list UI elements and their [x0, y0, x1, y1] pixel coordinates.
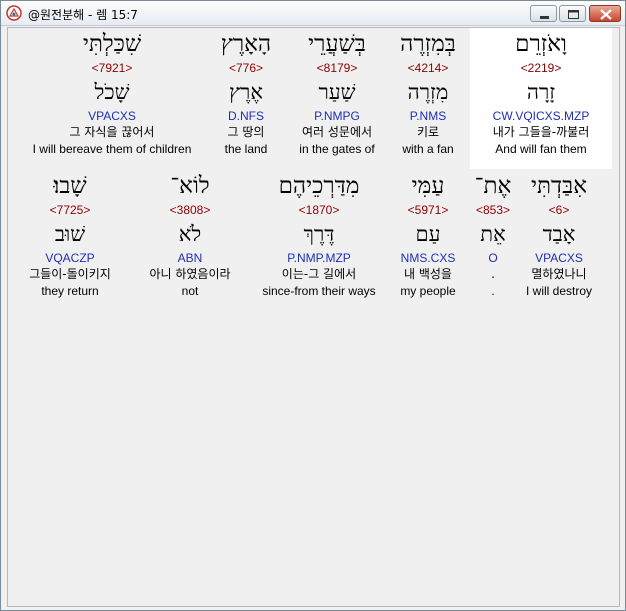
- word-cell[interactable]: בְּמִזְרֶה <4214> מִזְרֶה P.NMS 키로 with …: [386, 28, 470, 169]
- english-gloss: in the gates of: [299, 142, 375, 156]
- minimize-button[interactable]: [530, 5, 557, 22]
- lemma-word: זָרָה: [526, 80, 556, 104]
- english-gloss: with a fan: [402, 142, 454, 156]
- word-cell[interactable]: וָאֹזְרֵם <2219> זָרָה CW.VQICXS.MZP 내가 …: [470, 28, 612, 169]
- hebrew-word: בְּשַׁעֲרֵי: [308, 31, 366, 57]
- hebrew-word: אִבַּדְתִּי: [530, 173, 587, 199]
- maximize-icon: [568, 10, 579, 19]
- hebrew-word: שִׁכַּלְתִּי: [82, 31, 142, 57]
- lemma-word: שׁוּב: [54, 222, 86, 246]
- korean-gloss: 멸하였나니: [531, 267, 587, 281]
- korean-gloss: 내가 그들을-까불러: [492, 125, 590, 139]
- hebrew-word: עַמִּי: [411, 173, 445, 199]
- lemma-word: אֶרֶץ: [229, 80, 263, 104]
- english-gloss: not: [181, 284, 199, 298]
- word-cell[interactable]: הָאָרֶץ <776> אֶרֶץ D.NFS 그 땅의 the land: [212, 28, 280, 169]
- lemma-word: שַׁעַר: [318, 80, 356, 104]
- morph-code: VPACXS: [88, 109, 136, 123]
- english-gloss: the land: [224, 142, 268, 156]
- title-bar[interactable]: @원전분해 - 렘 15:7: [1, 1, 625, 26]
- word-cell[interactable]: לוֹא־ <3808> לֹא ABN 아니 하였음이라 not: [132, 170, 248, 311]
- hebrew-word: בְּמִזְרֶה: [400, 31, 456, 57]
- hebrew-word: וָאֹזְרֵם: [515, 31, 567, 57]
- strong-number[interactable]: <776>: [212, 60, 280, 77]
- korean-gloss: 아니 하였음이라: [149, 267, 231, 281]
- close-icon: [600, 9, 612, 20]
- english-gloss: my people: [400, 284, 456, 298]
- lemma-word: לֹא: [178, 222, 202, 246]
- english-gloss: I will destroy: [525, 284, 593, 298]
- lemma-word: אֵת: [480, 222, 506, 246]
- korean-gloss: .: [491, 267, 495, 281]
- korean-gloss: 이는-그 길에서: [281, 267, 357, 281]
- strong-number[interactable]: <8179>: [288, 60, 386, 77]
- morph-code: ABN: [177, 251, 203, 265]
- morph-code: P.NMP.MZP: [287, 251, 351, 265]
- strong-number[interactable]: <6>: [516, 202, 602, 219]
- morph-code: P.NMPG: [314, 109, 360, 123]
- korean-gloss: 그 자식을 끊어서: [69, 125, 155, 139]
- minimize-icon: [540, 16, 549, 19]
- english-gloss: since-from their ways: [262, 284, 376, 298]
- strong-number[interactable]: <1870>: [252, 202, 386, 219]
- korean-gloss: 그들이-돌이키지: [29, 267, 111, 281]
- hebrew-word: לוֹא־: [170, 173, 210, 199]
- word-cell[interactable]: אִבַּדְתִּי <6> אָבַד VPACXS 멸하였나니 I wil…: [516, 170, 602, 311]
- lemma-word: שָׁכֹל: [94, 80, 130, 104]
- english-gloss: I will bereave them of children: [32, 142, 192, 156]
- word-cell[interactable]: אֶת־ <853> אֵת O . .: [470, 170, 516, 311]
- strong-number[interactable]: <853>: [470, 202, 516, 219]
- morph-code: O: [488, 251, 498, 265]
- close-button[interactable]: [589, 5, 621, 22]
- window-title: @원전분해 - 렘 15:7: [28, 8, 138, 22]
- korean-gloss: 그 땅의: [227, 125, 265, 139]
- app-window: @원전분해 - 렘 15:7 וָאֹזְרֵם <2219> זָרָה CW…: [0, 0, 626, 611]
- strong-number[interactable]: <3808>: [132, 202, 248, 219]
- morph-code: NMS.CXS: [400, 251, 456, 265]
- hebrew-word: מִדַּרְכֵיהֶם: [278, 173, 360, 199]
- lemma-word: אָבַד: [542, 222, 576, 246]
- korean-gloss: 내 백성을: [404, 267, 452, 281]
- word-cell[interactable]: מִדַּרְכֵיהֶם <1870> דֶּרֶךְ P.NMP.MZP 이…: [252, 170, 386, 311]
- korean-gloss: 여러 성문에서: [301, 125, 373, 139]
- word-cell[interactable]: בְּשַׁעֲרֵי <8179> שַׁעַר P.NMPG 여러 성문에서…: [288, 28, 386, 169]
- morph-code: VQACZP: [45, 251, 95, 265]
- morph-code: CW.VQICXS.MZP: [492, 109, 590, 123]
- korean-gloss: 키로: [416, 125, 440, 139]
- morph-code: VPACXS: [535, 251, 583, 265]
- app-icon: [6, 5, 22, 21]
- morph-code: D.NFS: [228, 109, 264, 123]
- maximize-button[interactable]: [559, 5, 586, 22]
- lemma-word: דֶּרֶךְ: [303, 222, 335, 246]
- word-cell[interactable]: שִׁכַּלְתִּי <7921> שָׁכֹל VPACXS 그 자식을 …: [14, 28, 210, 169]
- english-gloss: And will fan them: [495, 142, 587, 156]
- strong-number[interactable]: <4214>: [386, 60, 470, 77]
- strong-number[interactable]: <7921>: [14, 60, 210, 77]
- strong-number[interactable]: <5971>: [388, 202, 468, 219]
- strong-number[interactable]: <7725>: [12, 202, 128, 219]
- lemma-word: עַם: [415, 222, 441, 246]
- hebrew-word: שָׁבוּ׃: [53, 173, 87, 199]
- strong-number[interactable]: <2219>: [470, 60, 612, 77]
- word-cell[interactable]: שָׁבוּ׃ <7725> שׁוּב VQACZP 그들이-돌이키지 the…: [12, 170, 128, 311]
- word-cell[interactable]: עַמִּי <5971> עַם NMS.CXS 내 백성을 my peopl…: [388, 170, 468, 311]
- interlinear-panel: וָאֹזְרֵם <2219> זָרָה CW.VQICXS.MZP 내가 …: [7, 27, 620, 607]
- morph-code: P.NMS: [409, 109, 447, 123]
- english-gloss: they return: [41, 284, 99, 298]
- lemma-word: מִזְרֶה: [407, 80, 449, 104]
- hebrew-word: הָאָרֶץ: [220, 31, 272, 57]
- english-gloss: .: [491, 284, 495, 298]
- hebrew-word: אֶת־: [474, 173, 512, 199]
